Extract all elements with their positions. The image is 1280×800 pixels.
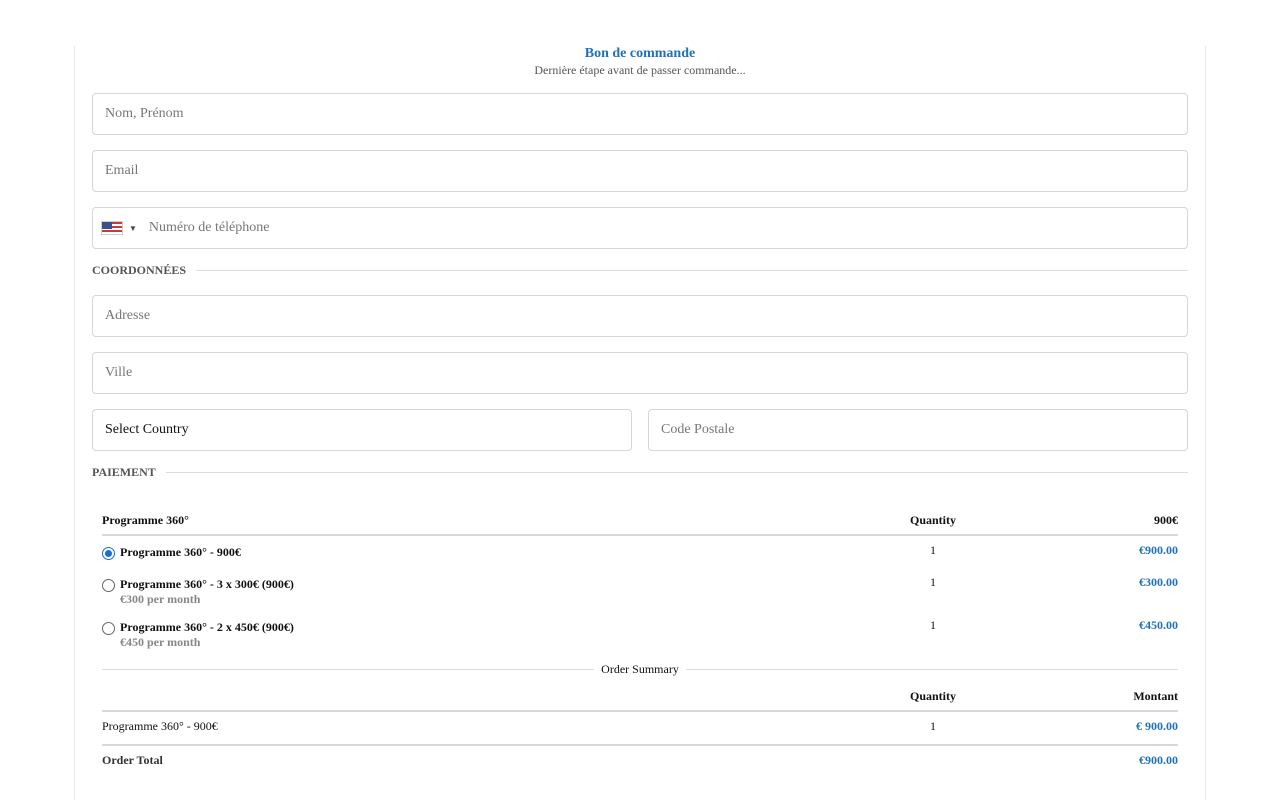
summary-header-amount: Montant: [1133, 689, 1178, 703]
email-field[interactable]: Email: [92, 150, 1188, 192]
product-amount-1: €900.00: [1139, 543, 1178, 557]
us-flag-icon: [101, 221, 123, 235]
summary-row-label: Programme 360° - 900€: [102, 719, 218, 733]
products-header-divider: [102, 534, 1178, 536]
product-label-2[interactable]: Programme 360° - 3 x 300€ (900€): [120, 577, 294, 591]
name-placeholder: Nom, Prénom: [105, 106, 184, 121]
form-header: Bon de commande Dernière étape avant de …: [74, 46, 1206, 78]
products-header-price: 900€: [1154, 513, 1178, 527]
product-radio-2[interactable]: [102, 579, 115, 592]
order-total-amount: €900.00: [1139, 753, 1178, 767]
page-subtitle: Dernière étape avant de passer commande.…: [534, 63, 746, 77]
product-label-1[interactable]: Programme 360° - 900€: [120, 545, 241, 559]
section-paiement-label: PAIEMENT: [92, 464, 156, 479]
product-amount-2: €300.00: [1139, 575, 1178, 589]
product-quantity-3: 1: [930, 618, 936, 632]
section-divider: [165, 471, 1188, 473]
order-summary-title: Order Summary: [594, 661, 686, 677]
products-header-quantity: Quantity: [909, 513, 956, 527]
name-field[interactable]: Nom, Prénom: [92, 93, 1188, 135]
section-paiement: PAIEMENT: [92, 464, 1188, 480]
city-field[interactable]: Ville: [92, 352, 1188, 394]
summary-row-amount: € 900.00: [1136, 719, 1178, 733]
section-divider: [196, 269, 1188, 271]
product-quantity-2: 1: [930, 575, 936, 589]
phone-field[interactable]: ▼ Numéro de téléphone: [92, 207, 1188, 249]
country-select-value: Select Country: [105, 422, 189, 437]
address-placeholder: Adresse: [105, 308, 151, 323]
order-total-label: Order Total: [102, 753, 163, 767]
summary-header-divider: [102, 710, 1178, 712]
city-placeholder: Ville: [105, 365, 133, 380]
phone-placeholder: Numéro de téléphone: [148, 220, 270, 235]
summary-row-quantity: 1: [930, 719, 936, 733]
product-radio-1[interactable]: [102, 547, 115, 560]
product-quantity-1: 1: [930, 543, 936, 557]
page-title: Bon de commande: [584, 46, 696, 61]
product-radio-3[interactable]: [102, 622, 115, 635]
postal-code-placeholder: Code Postale: [661, 422, 735, 437]
section-coordonnees-label: COORDONNÉES: [92, 262, 187, 277]
caret-down-icon: ▼: [129, 223, 137, 233]
postal-code-field[interactable]: Code Postale: [648, 409, 1188, 451]
products-header-name: Programme 360°: [102, 513, 189, 527]
product-label-3[interactable]: Programme 360° - 2 x 450€ (900€): [120, 620, 294, 634]
product-sub-3: €450 per month: [120, 635, 201, 649]
summary-header-quantity: Quantity: [909, 689, 956, 703]
section-coordonnees: COORDONNÉES: [92, 262, 1188, 278]
product-sub-2: €300 per month: [120, 592, 201, 606]
address-field[interactable]: Adresse: [92, 295, 1188, 337]
email-placeholder: Email: [105, 163, 139, 178]
product-amount-3: €450.00: [1139, 618, 1178, 632]
country-code-dropdown[interactable]: ▼: [101, 221, 137, 235]
country-select[interactable]: Select Country: [92, 409, 632, 451]
summary-total-divider: [102, 744, 1178, 746]
